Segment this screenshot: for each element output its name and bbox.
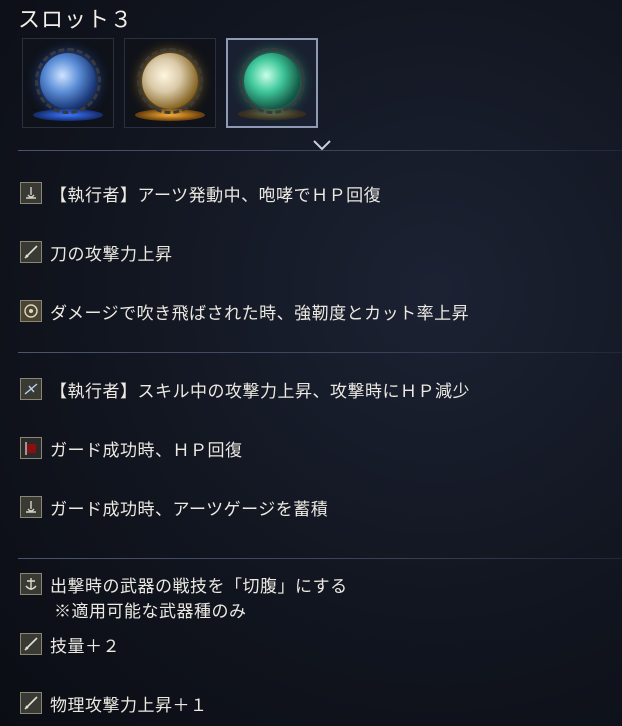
effect-label: 【執行者】アーツ発動中、咆哮でＨＰ回復	[50, 185, 382, 206]
divider	[18, 352, 622, 353]
effect-row[interactable]: 刀の攻撃力上昇	[20, 239, 173, 265]
effect-row[interactable]: 【執行者】アーツ発動中、咆哮でＨＰ回復	[20, 180, 381, 206]
effect-row[interactable]: 【執行者】スキル中の攻撃力上昇、攻撃時にＨＰ減少	[20, 376, 470, 402]
red-flag-icon	[20, 437, 42, 459]
arts-icon	[20, 182, 42, 204]
effect-label: 刀の攻撃力上昇	[50, 244, 173, 265]
relic-slot-3[interactable]	[226, 38, 318, 128]
effect-row[interactable]: 出撃時の武器の戦技を「切腹」にする	[20, 571, 348, 597]
skill-icon	[20, 378, 42, 400]
thorn-cage-icon	[239, 48, 305, 115]
sword-icon	[20, 241, 42, 263]
effect-label: 技量＋２	[50, 636, 120, 657]
thorn-cage-icon	[137, 48, 203, 115]
effect-label: 【執行者】スキル中の攻撃力上昇、攻撃時にＨＰ減少	[50, 381, 470, 402]
effect-row[interactable]: ガード成功時、アーツゲージを蓄積	[20, 494, 328, 520]
sword-icon	[20, 633, 42, 655]
effect-label: ダメージで吹き飛ばされた時、強靭度とカット率上昇	[50, 303, 470, 324]
shield-crest-icon	[20, 300, 42, 322]
sword-icon	[20, 692, 42, 714]
effect-row[interactable]: 技量＋２	[20, 631, 120, 657]
effect-note: ※適用可能な武器種のみ	[54, 602, 247, 622]
effect-label: ガード成功時、ＨＰ回復	[50, 440, 243, 461]
relic-slot-1[interactable]	[22, 38, 114, 128]
effect-label: ガード成功時、アーツゲージを蓄積	[50, 499, 329, 520]
anchor-icon	[20, 573, 42, 595]
arts-icon	[20, 496, 42, 518]
divider	[18, 150, 622, 151]
thorn-cage-icon	[35, 48, 101, 115]
effect-label: 物理攻撃力上昇＋１	[50, 695, 208, 716]
divider	[18, 558, 622, 559]
page-title: スロット３	[18, 8, 134, 33]
relic-slot-2[interactable]	[124, 38, 216, 128]
effect-label: 出撃時の武器の戦技を「切腹」にする	[50, 576, 348, 597]
effect-row[interactable]: 物理攻撃力上昇＋１	[20, 690, 208, 716]
effect-row[interactable]: ダメージで吹き飛ばされた時、強靭度とカット率上昇	[20, 298, 469, 324]
effect-row[interactable]: ガード成功時、ＨＰ回復	[20, 435, 243, 461]
